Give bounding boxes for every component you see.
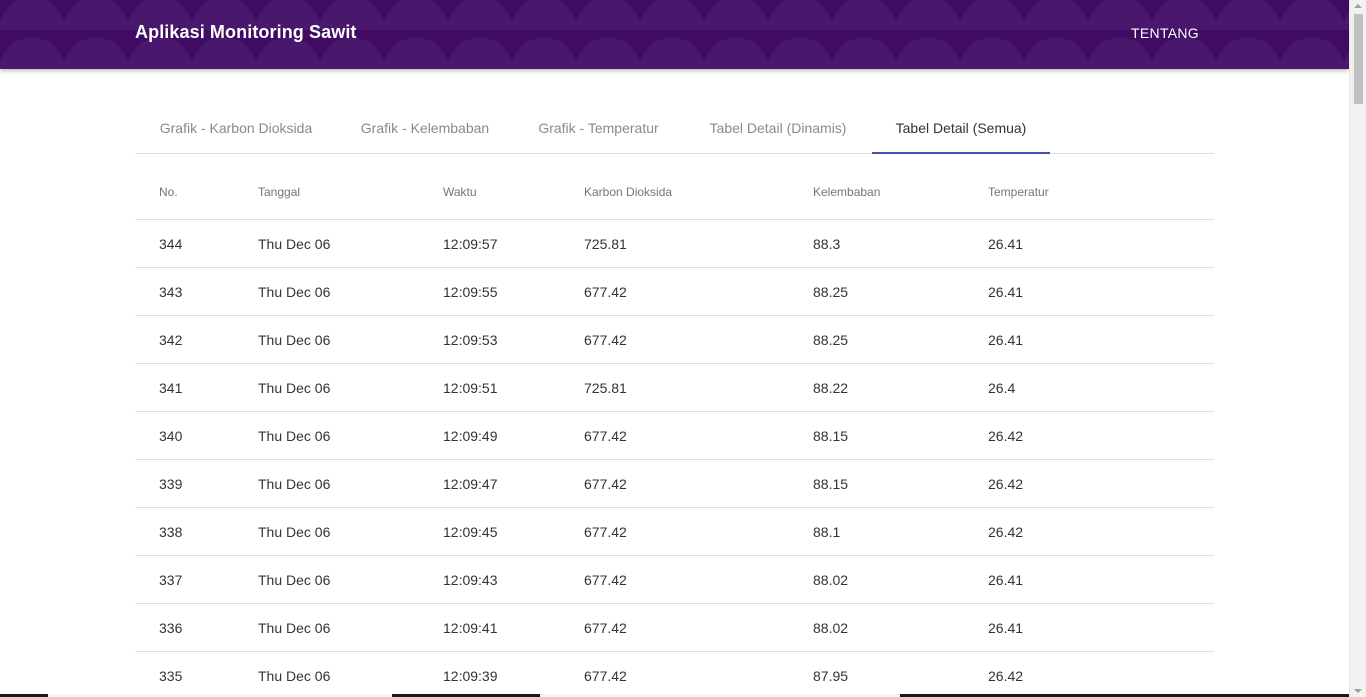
cell-kelembaban: 88.15 (813, 459, 988, 508)
cell-waktu: 12:09:51 (443, 363, 584, 412)
cell-waktu: 12:09:45 (443, 507, 584, 556)
scroll-up-arrow-icon[interactable] (1354, 4, 1362, 8)
column-header-temperatur: Temperatur (988, 164, 1214, 220)
cell-karbon-dioksida: 677.42 (584, 603, 813, 652)
table-row: 336 Thu Dec 06 12:09:41 677.42 88.02 26.… (135, 603, 1214, 652)
table-row: 338 Thu Dec 06 12:09:45 677.42 88.1 26.4… (135, 507, 1214, 556)
table-header-row: No. Tanggal Waktu Karbon Dioksida Kelemb… (135, 164, 1214, 220)
cell-temperatur: 26.41 (988, 315, 1214, 364)
table-row: 342 Thu Dec 06 12:09:53 677.42 88.25 26.… (135, 315, 1214, 364)
cell-karbon-dioksida: 725.81 (584, 363, 813, 412)
cell-tanggal: Thu Dec 06 (258, 603, 443, 652)
cell-no: 343 (135, 267, 258, 316)
cell-tanggal: Thu Dec 06 (258, 459, 443, 508)
cell-temperatur: 26.41 (988, 603, 1214, 652)
cell-no: 342 (135, 315, 258, 364)
cell-tanggal: Thu Dec 06 (258, 555, 443, 604)
cell-temperatur: 26.42 (988, 651, 1214, 697)
cell-no: 336 (135, 603, 258, 652)
cell-no: 338 (135, 507, 258, 556)
cell-karbon-dioksida: 725.81 (584, 219, 813, 268)
tab-tabel-detail-semua[interactable]: Tabel Detail (Semua) (872, 104, 1050, 154)
cell-kelembaban: 87.95 (813, 651, 988, 697)
cell-temperatur: 26.42 (988, 459, 1214, 508)
cell-kelembaban: 88.3 (813, 219, 988, 268)
cell-tanggal: Thu Dec 06 (258, 219, 443, 268)
cell-waktu: 12:09:55 (443, 267, 584, 316)
table-row: 344 Thu Dec 06 12:09:57 725.81 88.3 26.4… (135, 219, 1214, 268)
cell-tanggal: Thu Dec 06 (258, 411, 443, 460)
table-row: 335 Thu Dec 06 12:09:39 677.42 87.95 26.… (135, 651, 1214, 697)
cell-karbon-dioksida: 677.42 (584, 555, 813, 604)
cell-karbon-dioksida: 677.42 (584, 411, 813, 460)
table-row: 337 Thu Dec 06 12:09:43 677.42 88.02 26.… (135, 555, 1214, 604)
column-header-karbon-dioksida: Karbon Dioksida (584, 164, 813, 220)
cell-tanggal: Thu Dec 06 (258, 507, 443, 556)
cell-waktu: 12:09:47 (443, 459, 584, 508)
cell-kelembaban: 88.22 (813, 363, 988, 412)
column-header-kelembaban: Kelembaban (813, 164, 988, 220)
cell-kelembaban: 88.02 (813, 555, 988, 604)
cell-kelembaban: 88.25 (813, 267, 988, 316)
app-page: Aplikasi Monitoring Sawit TENTANG Grafik… (0, 0, 1366, 697)
table-row: 343 Thu Dec 06 12:09:55 677.42 88.25 26.… (135, 267, 1214, 316)
cell-kelembaban: 88.02 (813, 603, 988, 652)
cell-karbon-dioksida: 677.42 (584, 459, 813, 508)
cell-temperatur: 26.42 (988, 507, 1214, 556)
cell-no: 337 (135, 555, 258, 604)
column-header-tanggal: Tanggal (258, 164, 443, 220)
cell-tanggal: Thu Dec 06 (258, 363, 443, 412)
top-navbar: Aplikasi Monitoring Sawit TENTANG (0, 0, 1349, 69)
tab-tabel-detail-dinamis[interactable]: Tabel Detail (Dinamis) (684, 104, 872, 153)
column-header-no: No. (135, 164, 258, 220)
cell-karbon-dioksida: 677.42 (584, 651, 813, 697)
scroll-down-arrow-icon[interactable] (1354, 689, 1362, 693)
cell-no: 341 (135, 363, 258, 412)
brand-title[interactable]: Aplikasi Monitoring Sawit (135, 22, 357, 43)
cell-tanggal: Thu Dec 06 (258, 315, 443, 364)
cell-waktu: 12:09:41 (443, 603, 584, 652)
tab-grafik-karbon-dioksida[interactable]: Grafik - Karbon Dioksida (135, 104, 337, 153)
table-row: 340 Thu Dec 06 12:09:49 677.42 88.15 26.… (135, 411, 1214, 460)
cell-temperatur: 26.41 (988, 555, 1214, 604)
cell-no: 344 (135, 219, 258, 268)
detail-table-container: No. Tanggal Waktu Karbon Dioksida Kelemb… (135, 164, 1214, 697)
nav-link-tentang[interactable]: TENTANG (1131, 25, 1199, 41)
cell-kelembaban: 88.25 (813, 315, 988, 364)
table-row: 341 Thu Dec 06 12:09:51 725.81 88.22 26.… (135, 363, 1214, 412)
cell-kelembaban: 88.15 (813, 411, 988, 460)
vertical-scrollbar[interactable] (1349, 0, 1366, 697)
tab-grafik-kelembaban[interactable]: Grafik - Kelembaban (337, 104, 513, 153)
cell-tanggal: Thu Dec 06 (258, 651, 443, 697)
cell-karbon-dioksida: 677.42 (584, 267, 813, 316)
cell-temperatur: 26.4 (988, 363, 1214, 412)
cell-temperatur: 26.42 (988, 411, 1214, 460)
cell-tanggal: Thu Dec 06 (258, 267, 443, 316)
cell-waktu: 12:09:57 (443, 219, 584, 268)
detail-table: No. Tanggal Waktu Karbon Dioksida Kelemb… (135, 164, 1214, 697)
cell-karbon-dioksida: 677.42 (584, 507, 813, 556)
cell-no: 340 (135, 411, 258, 460)
scrollbar-thumb[interactable] (1354, 14, 1363, 104)
tab-bar: Grafik - Karbon Dioksida Grafik - Kelemb… (135, 104, 1214, 154)
tab-grafik-temperatur[interactable]: Grafik - Temperatur (513, 104, 684, 153)
cell-temperatur: 26.41 (988, 219, 1214, 268)
cell-waktu: 12:09:43 (443, 555, 584, 604)
cell-karbon-dioksida: 677.42 (584, 315, 813, 364)
cell-no: 335 (135, 651, 258, 697)
column-header-waktu: Waktu (443, 164, 584, 220)
cell-waktu: 12:09:39 (443, 651, 584, 697)
cell-kelembaban: 88.1 (813, 507, 988, 556)
cell-waktu: 12:09:53 (443, 315, 584, 364)
table-row: 339 Thu Dec 06 12:09:47 677.42 88.15 26.… (135, 459, 1214, 508)
cell-waktu: 12:09:49 (443, 411, 584, 460)
cell-temperatur: 26.41 (988, 267, 1214, 316)
cell-no: 339 (135, 459, 258, 508)
